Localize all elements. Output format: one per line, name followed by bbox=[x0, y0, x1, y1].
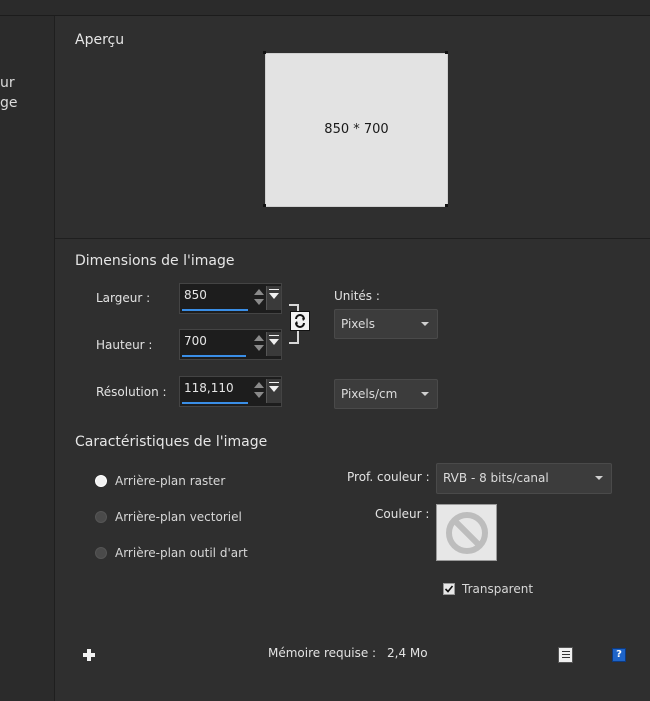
preview-size-label: 850 * 700 bbox=[324, 122, 389, 137]
color-depth-chevron-down-icon bbox=[595, 476, 603, 480]
resolution-dropdown-button[interactable] bbox=[266, 379, 281, 403]
height-spinner[interactable] bbox=[252, 333, 264, 355]
width-underline bbox=[182, 309, 248, 311]
units-chevron-down-icon bbox=[421, 322, 429, 326]
units-value: Pixels bbox=[341, 317, 376, 331]
notes-icon[interactable] bbox=[558, 647, 573, 663]
resolution-spinner[interactable] bbox=[252, 380, 264, 402]
no-color-icon bbox=[446, 512, 488, 554]
resolution-underline bbox=[182, 402, 248, 404]
width-label: Largeur : bbox=[96, 291, 151, 305]
transparent-label[interactable]: Transparent bbox=[462, 582, 533, 596]
transparent-checkbox[interactable] bbox=[443, 583, 455, 595]
radio-raster-label[interactable]: Arrière-plan raster bbox=[115, 474, 225, 488]
plus-icon[interactable] bbox=[82, 648, 96, 662]
memory-value: 2,4 Mo bbox=[387, 646, 428, 660]
color-depth-dropdown[interactable]: RVB - 8 bits/canal bbox=[436, 463, 612, 494]
color-depth-label: Prof. couleur : bbox=[347, 470, 430, 484]
color-depth-value: RVB - 8 bits/canal bbox=[443, 471, 549, 485]
preview-corner-br bbox=[445, 204, 448, 207]
radio-art-label[interactable]: Arrière-plan outil d'art bbox=[115, 546, 248, 560]
left-panel-text-line1: ur bbox=[0, 75, 15, 91]
help-icon[interactable]: ? bbox=[612, 648, 626, 662]
preview-corner-tr bbox=[445, 51, 448, 54]
preview-title: Aperçu bbox=[75, 32, 125, 48]
checkmark-icon bbox=[444, 585, 454, 593]
units-dropdown[interactable]: Pixels bbox=[334, 309, 438, 339]
left-panel-text-line2: ge bbox=[0, 95, 18, 111]
resolution-units-value: Pixels/cm bbox=[341, 387, 398, 401]
preview-corner-bl bbox=[263, 204, 266, 207]
radio-vector-label[interactable]: Arrière-plan vectoriel bbox=[115, 510, 242, 524]
height-value: 700 bbox=[184, 334, 207, 348]
memory-label: Mémoire requise : bbox=[268, 646, 377, 660]
resolution-field[interactable]: 118,110 bbox=[179, 376, 282, 407]
characteristics-title: Caractéristiques de l'image bbox=[75, 434, 268, 450]
left-panel: ur ge bbox=[0, 16, 55, 701]
width-dropdown-button[interactable] bbox=[266, 286, 281, 310]
radio-vector-background[interactable] bbox=[95, 511, 107, 523]
width-field[interactable]: 850 bbox=[179, 283, 282, 314]
color-swatch[interactable] bbox=[436, 504, 497, 561]
height-field[interactable]: 700 bbox=[179, 329, 282, 360]
top-bar bbox=[0, 0, 650, 16]
dimensions-title: Dimensions de l'image bbox=[75, 253, 235, 269]
resolution-label: Résolution : bbox=[96, 385, 167, 399]
aspect-lock-icon[interactable] bbox=[290, 311, 310, 331]
height-label: Hauteur : bbox=[96, 338, 153, 352]
width-value: 850 bbox=[184, 288, 207, 302]
height-underline bbox=[182, 355, 246, 357]
height-dropdown-button[interactable] bbox=[266, 332, 281, 356]
preview-canvas: 850 * 700 bbox=[265, 53, 448, 207]
resolution-value: 118,110 bbox=[184, 381, 234, 395]
preview-corner-tl bbox=[263, 51, 266, 54]
width-spinner[interactable] bbox=[252, 287, 264, 309]
resolution-units-chevron-down-icon bbox=[421, 392, 429, 396]
resolution-units-dropdown[interactable]: Pixels/cm bbox=[334, 379, 438, 409]
radio-raster-background[interactable] bbox=[95, 475, 107, 487]
units-label: Unités : bbox=[334, 289, 380, 303]
radio-art-background[interactable] bbox=[95, 547, 107, 559]
color-label: Couleur : bbox=[375, 507, 430, 521]
